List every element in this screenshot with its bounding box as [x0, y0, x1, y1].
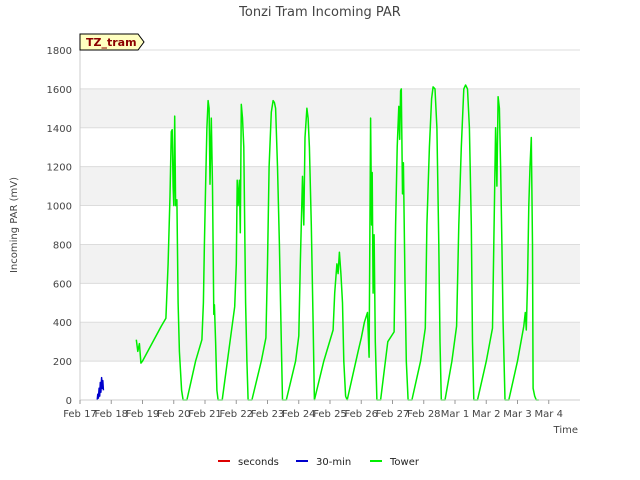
- y-tick-label: 1600: [47, 85, 72, 96]
- legend-label: seconds: [238, 457, 279, 468]
- annotation-badge: TZ_tram: [79, 33, 145, 51]
- x-tick-label: Mar 4: [535, 409, 563, 420]
- x-tick-label: Feb 27: [376, 409, 410, 420]
- x-tick-label: Feb 22: [219, 409, 253, 420]
- x-tick-label: Feb 24: [282, 409, 316, 420]
- y-tick-labels: 0 200 400 600 800 1000 1200 1400 1600 1800: [47, 46, 72, 407]
- chart-title: Tonzi Tram Incoming PAR: [238, 5, 401, 20]
- x-tick-label: Feb 23: [251, 409, 285, 420]
- y-tick-label: 1400: [47, 124, 72, 135]
- y-tick-label: 600: [53, 279, 72, 290]
- chart: Tonzi Tram Incoming PAR 0 200 400 600 800 100…: [9, 5, 580, 468]
- y-tick-label: 1000: [47, 202, 72, 213]
- y-tick-label: 1800: [47, 46, 72, 57]
- x-tick-label: Mar 2: [472, 409, 500, 420]
- x-tick-label: Feb 28: [407, 409, 441, 420]
- y-axis-label: Incoming PAR (mV): [9, 177, 20, 273]
- y-tick-label: 1200: [47, 163, 72, 174]
- y-tick-label: 200: [53, 357, 72, 368]
- legend: seconds 30-min Tower: [218, 457, 420, 468]
- x-tick-label: Mar 1: [441, 409, 469, 420]
- x-tick-label: Feb 21: [188, 409, 222, 420]
- x-tick-label: Feb 26: [344, 409, 378, 420]
- x-tick-labels: Feb 17Feb 18Feb 19Feb 20Feb 21Feb 22Feb …: [63, 400, 563, 420]
- y-tick-label: 400: [53, 318, 72, 329]
- x-tick-label: Feb 18: [94, 409, 128, 420]
- grid-band: [80, 88, 580, 128]
- x-tick-label: Mar 3: [503, 409, 531, 420]
- legend-label: 30-min: [316, 457, 351, 468]
- x-tick-label: Feb 19: [126, 409, 160, 420]
- grid-band: [80, 244, 580, 284]
- x-axis-label: Time: [553, 425, 578, 436]
- x-tick-label: Feb 20: [157, 409, 191, 420]
- y-tick-label: 800: [53, 240, 72, 251]
- x-tick-label: Feb 25: [313, 409, 347, 420]
- y-tick-label: 0: [66, 396, 72, 407]
- legend-label: Tower: [389, 457, 420, 468]
- x-tick-label: Feb 17: [63, 409, 97, 420]
- annotation-label: TZ_tram: [86, 36, 137, 49]
- grid-band: [80, 166, 580, 206]
